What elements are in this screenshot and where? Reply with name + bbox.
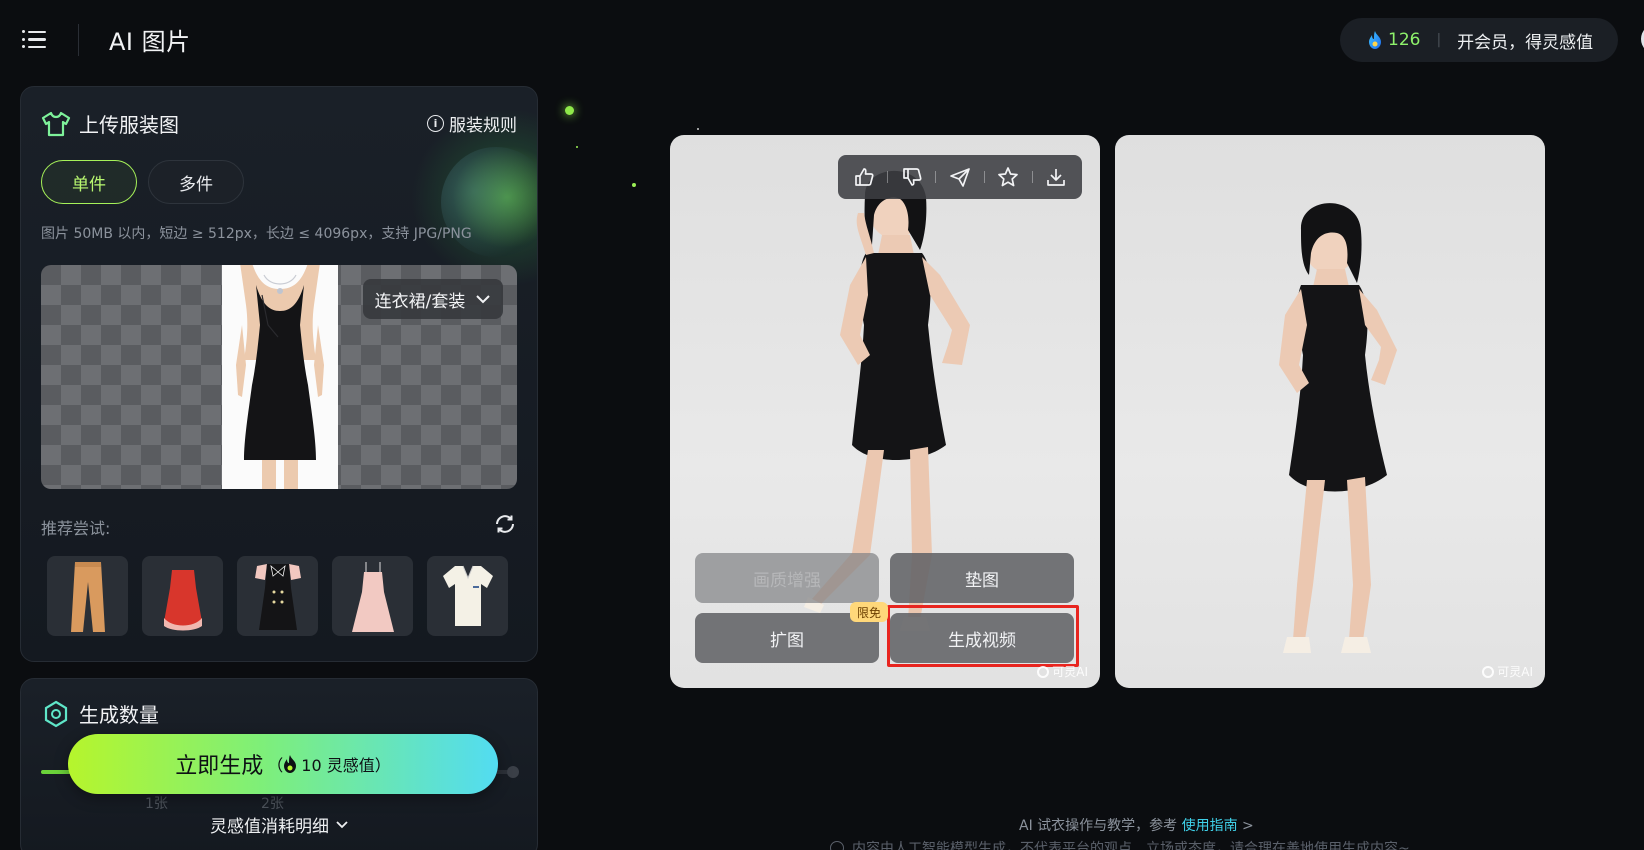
share-icon[interactable] — [948, 165, 972, 189]
garment-rules-link[interactable]: i 服装规则 — [427, 111, 517, 136]
flame-icon — [1369, 31, 1381, 49]
decor-star — [697, 128, 699, 130]
mode-multi-tab[interactable]: 多件 — [148, 160, 244, 204]
upload-panel: 上传服装图 i 服装规则 单件 多件 图片 50MB 以内，短边 ≥ 512px… — [20, 86, 538, 662]
garment-rules-label: 服装规则 — [449, 116, 517, 136]
recommend-item-red-dress[interactable] — [142, 556, 223, 636]
tutorial-note: AI 试衣操作与教学，参考 使用指南 > — [1019, 815, 1254, 835]
info-icon — [830, 841, 844, 850]
thumbs-down-icon[interactable] — [900, 165, 924, 189]
tutorial-prefix: AI 试衣操作与教学，参考 — [1019, 818, 1182, 834]
download-icon[interactable] — [1044, 165, 1068, 189]
decor-star — [576, 146, 578, 148]
free-badge: 限免 — [850, 602, 888, 622]
chevron-down-icon — [336, 820, 348, 828]
info-icon: i — [427, 115, 444, 132]
garment-upload-area[interactable]: 连衣裙/套装 — [41, 265, 517, 489]
kling-logo-icon — [1482, 665, 1495, 678]
kling-logo-icon — [1037, 665, 1050, 678]
model-photo — [1279, 203, 1397, 653]
chevron-down-icon — [476, 295, 491, 304]
recommend-item-pink-slip-dress[interactable] — [332, 556, 413, 636]
count-title: 生成数量 — [43, 699, 159, 728]
menu-icon[interactable] — [22, 26, 48, 52]
upload-title: 上传服装图 — [41, 109, 179, 138]
toolbar-separator — [983, 171, 985, 183]
consume-detail-label: 灵感值消耗明细 — [210, 817, 329, 837]
toolbar-separator — [935, 171, 937, 183]
generate-button[interactable]: 立即生成 （ 10 灵感值 ） — [68, 734, 498, 794]
tutorial-suffix: > — [1237, 818, 1254, 834]
recommend-item-polo-shirt[interactable] — [427, 556, 508, 636]
flame-icon — [284, 755, 297, 773]
toolbar-separator — [1031, 171, 1033, 183]
enhance-quality-button[interactable]: 画质增强 — [695, 553, 879, 603]
watermark: 可灵AI — [1037, 663, 1088, 680]
slider-handle[interactable] — [507, 766, 519, 778]
result-image-1[interactable]: 画质增强 垫图 扩图 生成视频 限免 可灵AI — [670, 135, 1100, 688]
mode-single-tab[interactable]: 单件 — [41, 160, 137, 204]
shirt-icon — [41, 111, 71, 136]
category-value: 连衣裙/套装 — [374, 291, 466, 312]
result-image-2[interactable]: 可灵AI — [1115, 135, 1545, 688]
recommend-item-pants[interactable] — [47, 556, 128, 636]
vip-link[interactable]: 开会员，得灵感值 — [1457, 28, 1593, 53]
recommend-list — [47, 556, 508, 636]
watermark-text: 可灵AI — [1497, 665, 1533, 679]
top-bar: AI 图片 126 | 开会员，得灵感值 — [0, 0, 1644, 80]
slider-tick-1: 1张 — [145, 796, 168, 812]
star-icon[interactable] — [996, 165, 1020, 189]
points-pill[interactable]: 126 | 开会员，得灵感值 — [1340, 18, 1618, 62]
hexagon-icon — [44, 700, 68, 727]
recommend-item-black-bow-dress[interactable] — [237, 556, 318, 636]
generate-close-paren: ） — [374, 756, 391, 775]
header-divider — [78, 24, 79, 56]
recommend-label: 推荐尝试: — [41, 519, 111, 538]
generate-cost-value: 10 灵感值 — [301, 756, 375, 775]
toolbar-separator — [887, 171, 889, 183]
thumbs-up-icon[interactable] — [852, 165, 876, 189]
count-title-text: 生成数量 — [79, 703, 159, 727]
decor-star — [565, 106, 574, 115]
refresh-icon[interactable] — [493, 512, 517, 536]
points-count: 126 — [1388, 30, 1421, 50]
decor-star — [632, 183, 636, 187]
generate-label: 立即生成 — [175, 754, 264, 779]
watermark: 可灵AI — [1482, 663, 1533, 680]
result-toolbar — [838, 155, 1082, 199]
slider-tick-2: 2张 — [261, 796, 284, 812]
mat-image-button[interactable]: 垫图 — [890, 553, 1074, 603]
usage-guide-link[interactable]: 使用指南 — [1182, 818, 1238, 834]
points-separator: | — [1436, 32, 1442, 48]
generate-open-paren: （ — [267, 756, 284, 775]
upload-hint: 图片 50MB 以内，短边 ≥ 512px，长边 ≤ 4096px，支持 JPG… — [41, 226, 472, 242]
consume-detail-link[interactable]: 灵感值消耗明细 — [210, 812, 349, 837]
page-title: AI 图片 — [109, 28, 191, 56]
watermark-text: 可灵AI — [1052, 665, 1088, 679]
generate-video-button[interactable]: 生成视频 — [890, 613, 1074, 663]
category-select[interactable]: 连衣裙/套装 — [363, 279, 503, 319]
disclaimer: 内容由人工智能模型生成，不代表平台的观点、立场或态度，请合理在善地使用生成内容~ — [830, 838, 1410, 850]
disclaimer-text: 内容由人工智能模型生成，不代表平台的观点、立场或态度，请合理在善地使用生成内容~ — [852, 841, 1410, 850]
uploaded-garment-image — [222, 265, 338, 489]
upload-title-text: 上传服装图 — [79, 113, 179, 137]
generate-cost: 10 灵感值 — [283, 752, 375, 776]
